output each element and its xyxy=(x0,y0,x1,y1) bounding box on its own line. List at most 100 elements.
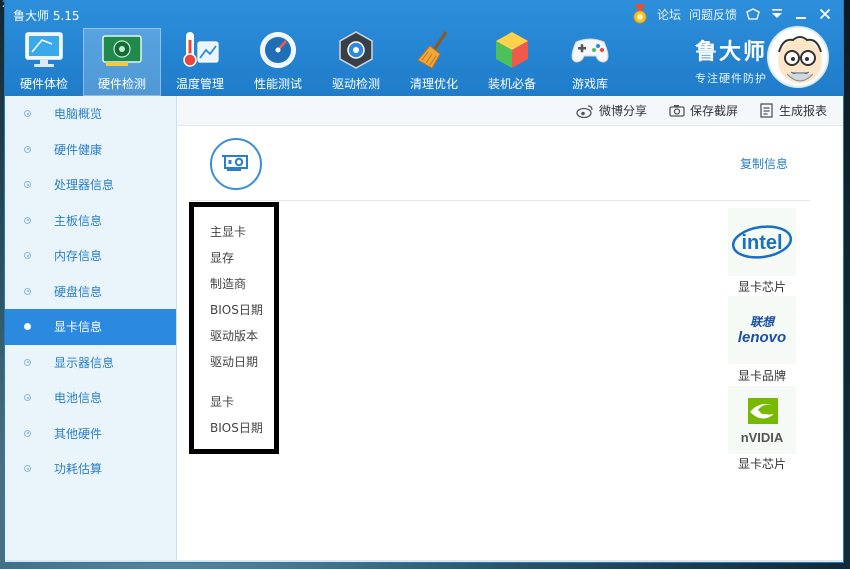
sidebar-item-overview[interactable]: 电脑概览 xyxy=(5,96,176,132)
cube-icon xyxy=(490,30,534,70)
main-nav: 硬件体检 硬件检测 温度管理 性能测试 驱动检测 清理优化 装机必备 游戏库 xyxy=(5,28,629,96)
nav-hardware-detect[interactable]: 硬件检测 xyxy=(83,28,161,96)
sidebar-item-battery[interactable]: 电池信息 xyxy=(5,380,176,416)
bullet-icon xyxy=(24,216,31,224)
sidebar: 电脑概览 硬件健康 处理器信息 主板信息 内存信息 硬盘信息 显卡信息 显示器信… xyxy=(5,96,177,562)
graphics-card-icon xyxy=(100,30,144,70)
nav-game-library[interactable]: 游戏库 xyxy=(551,28,629,96)
skin-icon[interactable] xyxy=(745,6,761,22)
bottom-border xyxy=(5,560,843,562)
app-title: 鲁大师 5.15 xyxy=(13,9,80,23)
lenovo-logo-cn: 联想 xyxy=(750,315,776,329)
info-label-box: 主显卡 显存 制造商 BIOS日期 驱动版本 驱动日期 显卡 BIOS日期 xyxy=(189,202,279,454)
label-driver-version: 驱动版本 xyxy=(210,329,259,343)
sidebar-item-label: 电池信息 xyxy=(54,391,103,406)
nav-label: 驱动检测 xyxy=(331,77,380,91)
logo-caption-brand: 显卡品牌 xyxy=(737,369,786,383)
sidebar-item-label: 内存信息 xyxy=(54,249,103,264)
sidebar-item-label: 处理器信息 xyxy=(54,178,115,193)
nav-label: 温度管理 xyxy=(175,77,224,91)
bullet-icon xyxy=(24,145,31,153)
sidebar-item-label: 其他硬件 xyxy=(54,426,103,441)
sidebar-item-graphics[interactable]: 显卡信息 xyxy=(5,309,176,345)
sidebar-item-cpu[interactable]: 处理器信息 xyxy=(5,167,176,203)
bullet-icon xyxy=(24,358,31,366)
intel-logo-text: intel xyxy=(741,232,782,254)
graphics-card-badge xyxy=(210,138,262,190)
bullet-icon xyxy=(24,287,31,295)
nav-label: 清理优化 xyxy=(409,77,458,91)
bullet-icon xyxy=(24,323,31,331)
bullet-icon xyxy=(24,181,31,189)
nav-performance-test[interactable]: 性能测试 xyxy=(239,28,317,96)
medal-icon[interactable] xyxy=(631,4,649,24)
label-gpu: 显卡 xyxy=(210,395,235,409)
header-bar: 鲁大师 5.15 论坛 问题反馈 硬件体检 硬件检测 温度管理 性能测试 驱动检… xyxy=(5,0,843,96)
sidebar-item-motherboard[interactable]: 主板信息 xyxy=(5,203,176,239)
label-vram: 显存 xyxy=(210,251,235,265)
nvidia-logo: nVIDIA xyxy=(728,386,796,454)
weibo-share-button[interactable]: 微博分享 xyxy=(576,102,647,119)
thermometer-icon xyxy=(178,30,222,70)
copy-info-link[interactable]: 复制信息 xyxy=(740,155,788,172)
monitor-icon xyxy=(22,30,66,70)
generate-report-button[interactable]: 生成报表 xyxy=(760,102,827,119)
driver-gear-icon xyxy=(334,30,378,70)
nav-hardware-checkup[interactable]: 硬件体检 xyxy=(5,28,83,96)
sidebar-item-label: 功耗估算 xyxy=(54,462,103,477)
sidebar-item-label: 硬件健康 xyxy=(54,142,103,157)
sidebar-item-label: 硬盘信息 xyxy=(54,284,103,299)
sidebar-item-label: 主板信息 xyxy=(54,213,103,228)
report-icon xyxy=(760,103,773,118)
weibo-icon xyxy=(576,104,593,118)
nav-cleanup[interactable]: 清理优化 xyxy=(395,28,473,96)
top-controls: 论坛 问题反馈 xyxy=(631,4,833,24)
nav-label: 硬件体检 xyxy=(19,77,68,91)
nav-essentials[interactable]: 装机必备 xyxy=(473,28,551,96)
sidebar-item-power-estimate[interactable]: 功耗估算 xyxy=(5,451,176,487)
nav-temperature[interactable]: 温度管理 xyxy=(161,28,239,96)
logo-caption-chip-2: 显卡芯片 xyxy=(737,457,786,471)
sidebar-item-memory[interactable]: 内存信息 xyxy=(5,238,176,274)
feedback-link[interactable]: 问题反馈 xyxy=(689,6,737,23)
brand-name: 鲁大师 xyxy=(694,40,767,65)
bullet-icon xyxy=(24,110,31,118)
lenovo-logo-text: lenovo xyxy=(738,329,786,346)
mascot-face-icon xyxy=(778,36,822,83)
sidebar-item-label: 电脑概览 xyxy=(54,107,103,122)
nav-driver-detect[interactable]: 驱动检测 xyxy=(317,28,395,96)
speedometer-icon xyxy=(256,30,300,70)
generate-report-label: 生成报表 xyxy=(778,104,827,118)
gamepad-icon xyxy=(568,30,612,70)
avatar[interactable] xyxy=(767,26,829,88)
close-icon[interactable] xyxy=(817,6,833,22)
camera-icon xyxy=(669,105,685,117)
toolbar: 微博分享 保存截屏 生成报表 xyxy=(178,96,843,126)
label-driver-date: 驱动日期 xyxy=(210,355,259,369)
forum-link[interactable]: 论坛 xyxy=(657,6,681,23)
app-window: 鲁大师 5.15 论坛 问题反馈 硬件体检 硬件检测 温度管理 性能测试 驱动检… xyxy=(5,0,843,562)
graphics-card-icon xyxy=(222,155,248,171)
intel-logo: intel xyxy=(728,208,796,276)
minimize-icon[interactable] xyxy=(793,6,809,22)
nav-label: 性能测试 xyxy=(253,77,302,91)
bullet-icon xyxy=(24,252,31,260)
sidebar-item-label: 显卡信息 xyxy=(54,320,103,335)
label-bios-date-2: BIOS日期 xyxy=(210,421,263,435)
sidebar-item-other-hardware[interactable]: 其他硬件 xyxy=(5,416,176,452)
sidebar-item-health[interactable]: 硬件健康 xyxy=(5,132,176,168)
graphics-info-panel: 复制信息 主显卡 显存 制造商 BIOS日期 驱动版本 驱动日期 显卡 BIOS… xyxy=(178,126,843,562)
brand-block: 鲁大师 专注硬件防护 xyxy=(695,34,767,86)
sidebar-item-disk[interactable]: 硬盘信息 xyxy=(5,274,176,310)
logo-caption-chip-1: 显卡芯片 xyxy=(737,280,786,294)
label-bios-date: BIOS日期 xyxy=(210,303,263,317)
nav-label: 装机必备 xyxy=(487,77,536,91)
sidebar-item-label: 显示器信息 xyxy=(54,355,115,370)
sidebar-item-display[interactable]: 显示器信息 xyxy=(5,345,176,381)
bullet-icon xyxy=(24,394,31,402)
menu-dropdown-icon[interactable] xyxy=(769,6,785,22)
bullet-icon xyxy=(24,465,31,473)
lenovo-logo: 联想 lenovo xyxy=(728,296,796,364)
save-screenshot-label: 保存截屏 xyxy=(689,104,738,118)
save-screenshot-button[interactable]: 保存截屏 xyxy=(669,102,738,119)
